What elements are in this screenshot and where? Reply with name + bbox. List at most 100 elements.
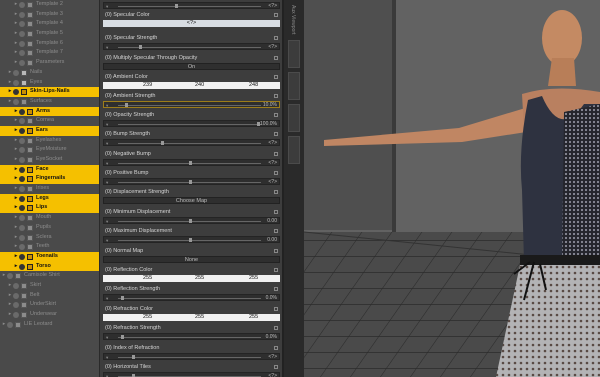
slider-value[interactable]: <?>: [268, 44, 277, 50]
visibility-icon[interactable]: [13, 89, 19, 96]
visibility-icon[interactable]: [7, 321, 13, 328]
property-checkbox[interactable]: [274, 287, 278, 291]
slider-knob[interactable]: [189, 238, 192, 242]
slider-menu-icon[interactable]: ▾: [106, 335, 108, 341]
slider-menu-icon[interactable]: ▾: [106, 355, 108, 361]
slider-track[interactable]: [118, 298, 261, 299]
tree-item[interactable]: ▸ Belt: [0, 291, 99, 301]
visibility-icon[interactable]: [19, 118, 25, 125]
rgb-b-value[interactable]: 255: [249, 275, 258, 282]
slider-knob[interactable]: [120, 335, 124, 339]
slider-track[interactable]: [118, 143, 261, 144]
tree-item[interactable]: ▸ Underwear: [0, 310, 99, 320]
visibility-icon[interactable]: [19, 108, 25, 115]
visibility-icon[interactable]: [19, 31, 25, 38]
tree-item[interactable]: ▸ Ears: [0, 125, 99, 136]
property-checkbox[interactable]: [274, 132, 278, 136]
tree-item[interactable]: ▸ Skin-Lips-Nails: [0, 87, 99, 97]
slider-menu-icon[interactable]: ▾: [106, 4, 108, 10]
property-slider[interactable]: ▾ 0.0%: [103, 333, 280, 340]
property-checkbox[interactable]: [274, 171, 278, 175]
tree-item[interactable]: ▸ Eyelashes: [0, 136, 99, 146]
property-slider[interactable]: ▾ 0.0%: [103, 294, 280, 301]
slider-value[interactable]: 100.0%: [260, 121, 277, 127]
rgb-g-value[interactable]: 255: [195, 314, 204, 321]
visibility-icon[interactable]: [13, 98, 19, 105]
property-checkbox[interactable]: [274, 13, 278, 17]
slider-value[interactable]: <?>: [268, 160, 277, 166]
slider-value[interactable]: <?>: [268, 179, 277, 185]
visibility-icon[interactable]: [19, 137, 25, 144]
tree-item[interactable]: ▸ Pupils: [0, 223, 99, 233]
rgb-b-value[interactable]: 255: [249, 314, 258, 321]
property-slider[interactable]: ▾ <?>: [103, 178, 280, 185]
slider-knob[interactable]: [174, 4, 178, 8]
property-button[interactable]: Choose Map: [103, 197, 280, 204]
property-checkbox[interactable]: [274, 113, 278, 117]
property-slider[interactable]: ▾ 0.00: [103, 217, 280, 224]
slider-knob[interactable]: [139, 45, 143, 49]
tree-item[interactable]: ▸ Eyes: [0, 78, 99, 88]
visibility-icon[interactable]: [19, 215, 25, 222]
property-checkbox[interactable]: [274, 365, 278, 369]
property-slider[interactable]: ▾ <?>: [103, 43, 280, 50]
tree-item[interactable]: ▸ Toenails: [0, 251, 99, 262]
property-checkbox[interactable]: [274, 56, 278, 60]
visibility-icon[interactable]: [7, 273, 13, 280]
tree-item[interactable]: ▸ Sclera: [0, 233, 99, 243]
property-checkbox[interactable]: [274, 210, 278, 214]
visibility-icon[interactable]: [19, 157, 25, 163]
tree-item[interactable]: ▸ Teeth: [0, 242, 99, 252]
slider-value[interactable]: 0.0%: [266, 295, 277, 301]
tree-item[interactable]: ▸ Face: [0, 164, 99, 175]
property-checkbox[interactable]: [274, 326, 278, 330]
tree-item[interactable]: ▸ Camisole Shirt: [0, 271, 99, 281]
property-checkbox[interactable]: [274, 249, 278, 253]
tree-item[interactable]: ▸ EyeSocket: [0, 155, 99, 165]
visibility-icon[interactable]: [19, 253, 25, 260]
slider-knob[interactable]: [120, 296, 124, 300]
slider-value[interactable]: <?>: [268, 354, 277, 360]
slider-menu-icon[interactable]: ▾: [106, 180, 108, 186]
tree-item[interactable]: ▸ Skirt: [0, 281, 99, 291]
tree-item[interactable]: ▸ Template 3: [0, 10, 99, 20]
slider-menu-icon[interactable]: ▾: [106, 103, 108, 109]
slider-menu-icon[interactable]: ▾: [106, 122, 108, 128]
property-checkbox[interactable]: [274, 307, 278, 311]
slider-value[interactable]: <?>: [268, 140, 277, 146]
tree-item[interactable]: ▸ Surfaces: [0, 97, 99, 107]
visibility-icon[interactable]: [13, 312, 19, 318]
slider-menu-icon[interactable]: ▾: [106, 219, 108, 225]
side-tab-4[interactable]: [288, 136, 300, 164]
tree-item[interactable]: ▸ Lips: [0, 203, 99, 214]
tree-item[interactable]: ▸ Template 5: [0, 29, 99, 39]
property-slider[interactable]: ▾ <?>: [103, 139, 280, 146]
slider-knob[interactable]: [160, 141, 164, 145]
property-checkbox[interactable]: [274, 36, 278, 40]
slider-track[interactable]: [118, 105, 261, 106]
tree-item[interactable]: ▸ LIE Leotard: [0, 320, 99, 330]
tree-item[interactable]: ▸ Legs: [0, 193, 99, 204]
tree-item[interactable]: ▸ Irises: [0, 184, 99, 194]
slider-knob[interactable]: [189, 180, 192, 184]
slider-knob[interactable]: [189, 161, 192, 165]
side-tab-3[interactable]: [288, 104, 300, 132]
slider-track[interactable]: [118, 357, 261, 358]
property-slider[interactable]: ▾ <?>: [103, 2, 280, 9]
property-slider[interactable]: ▾ 100.0%: [103, 120, 280, 127]
rgb-r-value[interactable]: 239: [143, 82, 152, 89]
tree-item[interactable]: ▸ Template 4: [0, 19, 99, 29]
property-checkbox[interactable]: [274, 152, 278, 156]
visibility-icon[interactable]: [13, 302, 19, 309]
slider-track[interactable]: [118, 6, 261, 7]
visibility-icon[interactable]: [19, 224, 25, 231]
slider-menu-icon[interactable]: ▾: [106, 161, 108, 167]
slider-track[interactable]: [118, 124, 261, 125]
visibility-icon[interactable]: [13, 79, 19, 86]
rgb-r-value[interactable]: 255: [143, 314, 152, 321]
property-checkbox[interactable]: [274, 268, 278, 272]
visibility-icon[interactable]: [19, 60, 25, 67]
rgb-g-value[interactable]: 255: [195, 275, 204, 282]
visibility-icon[interactable]: [19, 50, 25, 57]
tree-item[interactable]: ▸ Fingernails: [0, 174, 99, 185]
